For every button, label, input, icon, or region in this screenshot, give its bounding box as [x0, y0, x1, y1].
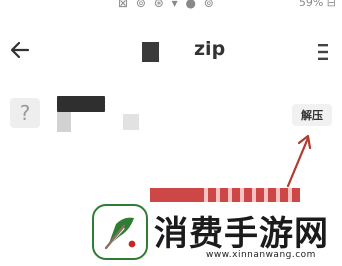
leaf-logo-icon — [92, 204, 148, 260]
site-watermark: 消费手游网 www.xinnanwang.com — [92, 188, 342, 266]
battery-status: 59% ⊟ — [298, 0, 336, 9]
watermark-url: www.xinnanwang.com — [206, 250, 316, 260]
watermark-red-strip — [150, 188, 300, 202]
unknown-file-icon: ? — [10, 98, 40, 128]
extract-button[interactable]: 解压 — [292, 104, 332, 126]
annotation-arrow-icon — [286, 134, 312, 188]
app-bar: zip — [0, 30, 342, 74]
more-vertical-icon — [318, 44, 328, 60]
more-menu-button[interactable] — [310, 38, 336, 66]
redacted-filename — [57, 96, 105, 112]
redacted-file-meta — [123, 114, 139, 130]
watermark-title: 消费手游网 — [154, 214, 329, 254]
back-arrow-icon — [10, 41, 30, 59]
status-bar: ⊠ ⊚ ⊛ ▾ ● ⊚ 59% ⊟ — [0, 0, 342, 14]
status-icons: ⊠ ⊚ ⊛ ▾ ● ⊚ — [118, 0, 216, 10]
file-thumbnail — [142, 42, 159, 62]
redacted-filename-detail — [57, 112, 71, 132]
page-title: zip — [194, 38, 226, 60]
back-button[interactable] — [6, 36, 34, 64]
